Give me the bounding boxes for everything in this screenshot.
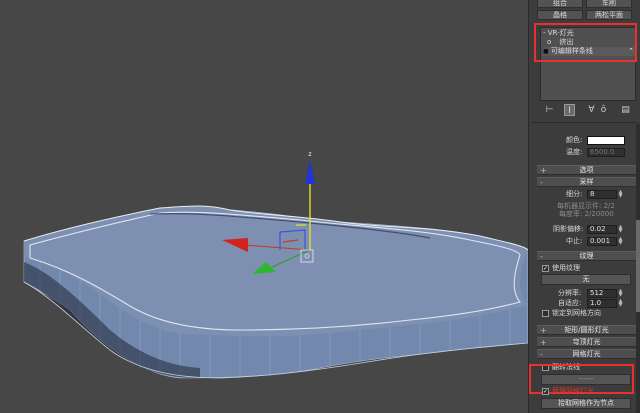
rollout-toggle[interactable]: +: [540, 166, 547, 175]
adaptive-spinner[interactable]: ▲ ▼: [618, 299, 623, 308]
rollout-sampling[interactable]: - 采样: [537, 177, 636, 187]
gizmo-z-label: z: [308, 151, 311, 158]
scrollbar-thumb[interactable]: [636, 220, 640, 312]
lock-to-grid-label: 锁定到网格方向: [552, 309, 601, 317]
color-swatch[interactable]: [587, 136, 625, 145]
replace-mesh-light-label: 替换网格灯光: [552, 387, 594, 395]
show-end-result-icon[interactable]: I: [564, 104, 575, 116]
lock-to-grid-checkbox[interactable]: [542, 310, 549, 317]
replace-mesh-light-checkbox[interactable]: ✓: [542, 388, 549, 395]
gizmo-z-cone[interactable]: [305, 160, 315, 184]
resolution-label: 分辨率:: [558, 289, 582, 297]
highlight-box-stack: [534, 23, 637, 62]
adaptive-field[interactable]: 1.0: [587, 299, 617, 308]
configure-sets-icon[interactable]: ▤: [620, 104, 631, 116]
top-button-plane[interactable]: 两松平面: [586, 10, 632, 20]
scene-canvas[interactable]: z: [0, 0, 528, 413]
use-texture-label: 使用纹理: [552, 264, 580, 272]
rollout-mesh-light[interactable]: - 网格灯光: [537, 349, 636, 359]
rollout-title: 网格灯光: [572, 350, 601, 358]
viewport-perspective[interactable]: z: [0, 0, 528, 413]
use-texture-checkbox[interactable]: ✓: [542, 265, 549, 272]
top-button-lattice[interactable]: 晶格: [537, 10, 583, 20]
rollout-dome-light[interactable]: + 穹顶灯光: [537, 337, 636, 347]
make-unique-icon[interactable]: ∀: [586, 104, 597, 116]
rollout-rect-disc-light[interactable]: + 矩形/圆形灯光: [537, 325, 636, 335]
cutoff-spinner[interactable]: ▲ ▼: [618, 237, 623, 246]
shadow-bias-field[interactable]: 0.02: [587, 225, 617, 234]
extract-mesh-button[interactable]: 拾取网格作为节点: [541, 398, 631, 409]
rollout-title: 穹顶灯光: [572, 338, 601, 346]
divider: [531, 122, 637, 123]
top-button-group[interactable]: 组合: [537, 0, 583, 8]
remove-modifier-icon[interactable]: ô: [598, 104, 609, 116]
command-panel-scrollbar[interactable]: [636, 124, 640, 413]
rollout-toggle[interactable]: -: [540, 178, 543, 187]
temperature-field[interactable]: 6500.0: [587, 148, 625, 157]
subdivs-label: 细分:: [566, 190, 583, 198]
rollout-options[interactable]: + 选项: [537, 165, 636, 175]
shadow-bias-label: 阴影偏移:: [553, 225, 584, 233]
cutoff-label: 中止:: [566, 237, 583, 245]
pin-icon[interactable]: ⊢: [544, 104, 555, 116]
temperature-label: 温度:: [566, 148, 583, 156]
adaptive-label: 自适应:: [558, 299, 582, 307]
color-label: 颜色:: [566, 136, 583, 144]
rollout-toggle[interactable]: -: [540, 252, 543, 261]
resolution-spinner[interactable]: ▲ ▼: [618, 289, 623, 298]
rollout-texture-title: 纹理: [579, 252, 594, 260]
rollout-toggle[interactable]: +: [540, 338, 547, 347]
subdivs-spinner[interactable]: ▲ ▼: [618, 190, 623, 199]
subdivs-field[interactable]: 8: [587, 190, 617, 199]
modifier-stack-toolbar: ⊢ I ∀ ô ▤: [540, 104, 636, 118]
rollout-toggle[interactable]: +: [540, 326, 547, 335]
cutoff-field[interactable]: 0.001: [587, 237, 617, 246]
shadow-bias-spinner[interactable]: ▲ ▼: [618, 225, 623, 234]
rollout-texture[interactable]: - 纹理: [537, 251, 636, 261]
cutoff-info-text: 每度率: 2/20000: [559, 210, 614, 218]
resolution-field[interactable]: 512: [587, 289, 617, 298]
rollout-options-title: 选项: [579, 166, 594, 174]
texture-none-button[interactable]: 无: [541, 274, 631, 285]
rollout-sampling-title: 采样: [579, 178, 594, 186]
top-button-lathe[interactable]: 车削: [586, 0, 632, 8]
rollout-toggle[interactable]: -: [540, 350, 543, 359]
rollout-title: 矩形/圆形灯光: [564, 326, 609, 334]
